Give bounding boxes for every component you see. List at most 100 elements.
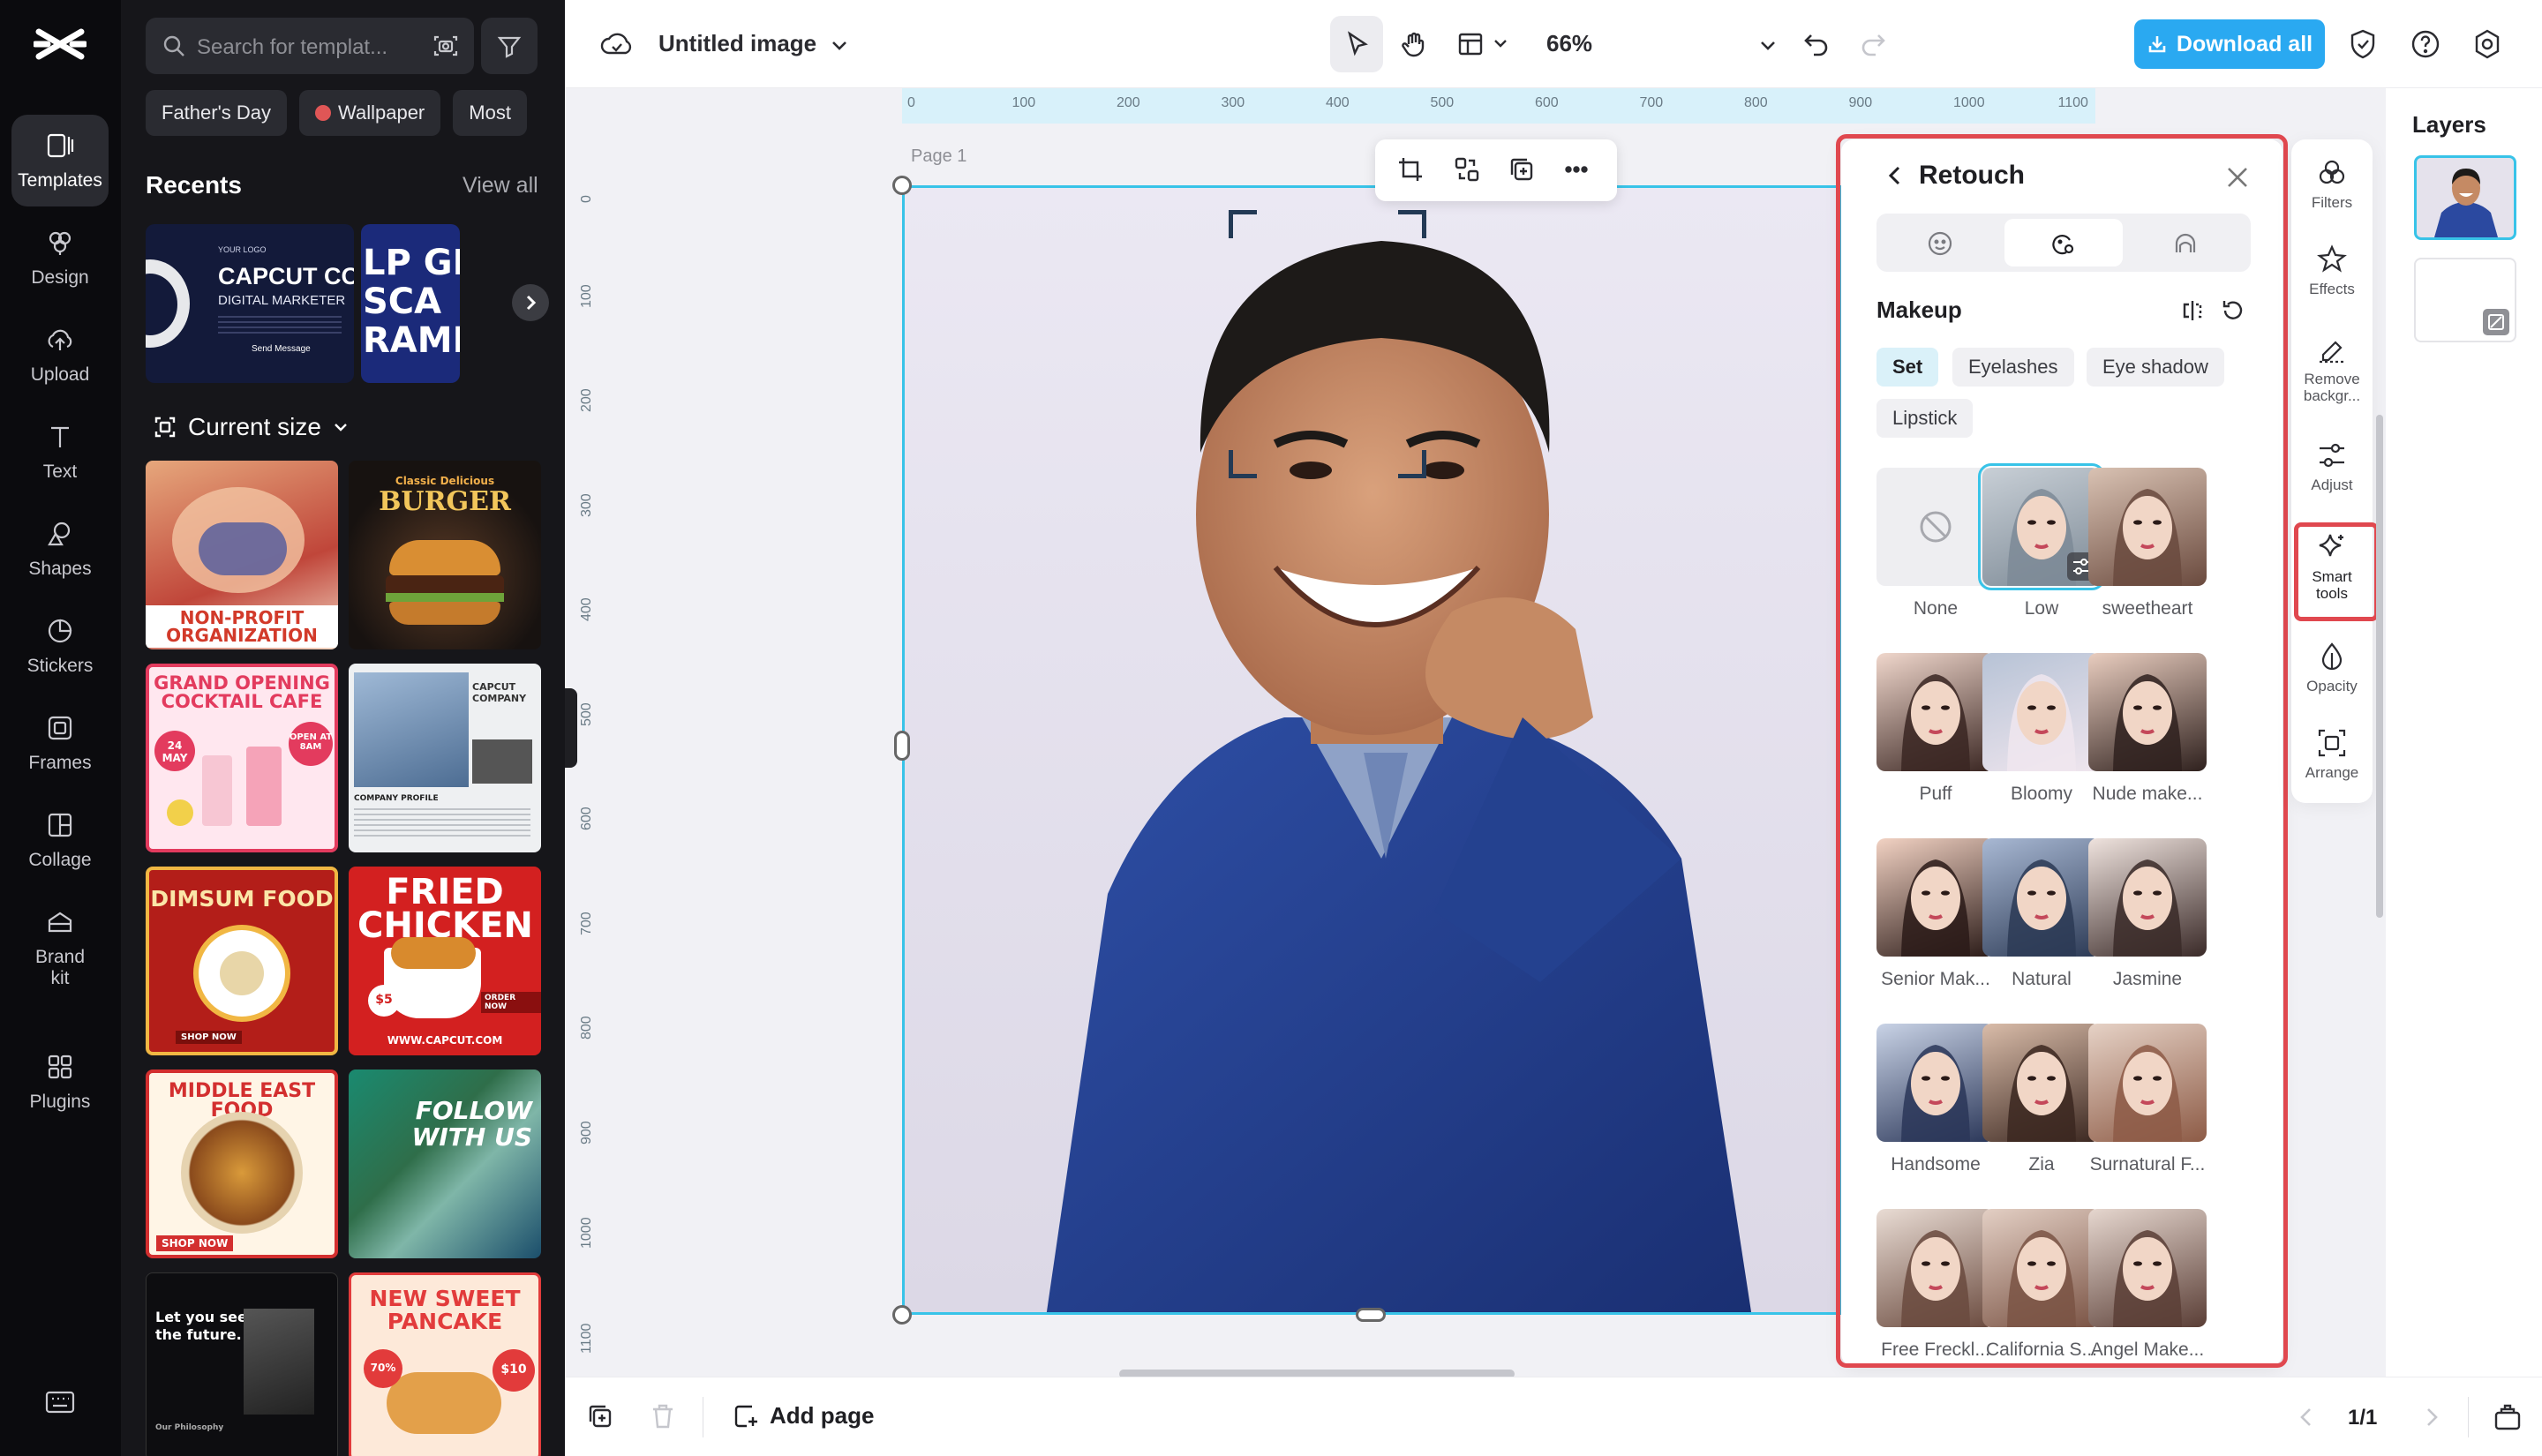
- makeup-preset-item[interactable]: None: [1876, 468, 1995, 619]
- retouch-close-button[interactable]: [2224, 164, 2251, 191]
- tab-makeup[interactable]: [2004, 219, 2123, 266]
- download-all-button[interactable]: Download all: [2134, 19, 2325, 69]
- template-search-input[interactable]: Search for templat...: [146, 18, 474, 74]
- chip-fathers-day[interactable]: Father's Day: [146, 90, 288, 136]
- pages-panel-icon[interactable]: [2493, 1402, 2523, 1432]
- resize-handle[interactable]: [894, 731, 910, 761]
- tab-face[interactable]: [1882, 219, 2000, 266]
- current-size-dropdown[interactable]: Current size: [153, 413, 350, 441]
- template-card-fried-chicken[interactable]: FRIED CHICKEN $5 ORDER NOW WWW.CAPCUT.CO…: [349, 867, 541, 1055]
- makeup-preset-item[interactable]: California S...: [1982, 1209, 2101, 1361]
- image-search-icon[interactable]: [432, 32, 460, 60]
- makeup-preset-item[interactable]: Senior Mak...: [1876, 838, 1995, 990]
- makeup-preset-item[interactable]: Angel Make...: [2088, 1209, 2207, 1361]
- rail-item-templates[interactable]: Templates: [11, 115, 109, 206]
- chip-set[interactable]: Set: [1876, 348, 1939, 387]
- template-card-future[interactable]: Let you see the future. Our Philosophy: [146, 1272, 338, 1456]
- replace-icon[interactable]: [1453, 155, 1481, 184]
- layout-tool-button[interactable]: [1443, 16, 1515, 72]
- more-options-icon[interactable]: [1562, 155, 1591, 184]
- effects-tool[interactable]: Effects: [2291, 244, 2373, 297]
- template-card-cocktail[interactable]: GRAND OPENING COCKTAIL CAFE 24 MAY OPEN …: [146, 664, 338, 852]
- template-filter-button[interactable]: [481, 18, 538, 74]
- rail-item-frames[interactable]: Frames: [11, 697, 109, 789]
- duplicate-page-icon[interactable]: [586, 1402, 614, 1430]
- zoom-level[interactable]: 66%: [1546, 30, 1592, 57]
- crop-icon[interactable]: [1396, 155, 1425, 184]
- redo-icon[interactable]: [1859, 30, 1887, 58]
- makeup-preset-item[interactable]: Jasmine: [2088, 838, 2207, 990]
- recent-card-lp[interactable]: LP GRI SCA RAMMI: [361, 224, 460, 383]
- rail-item-design[interactable]: Design: [11, 212, 109, 304]
- tab-hair[interactable]: [2127, 219, 2245, 266]
- settings-icon[interactable]: [2471, 28, 2503, 60]
- panel-collapse-handle[interactable]: [565, 688, 577, 768]
- crop-corner[interactable]: [1229, 210, 1257, 238]
- makeup-preset-item[interactable]: Surnatural F...: [2088, 1024, 2207, 1175]
- chip-eye-shadow[interactable]: Eye shadow: [2087, 348, 2224, 387]
- template-card-follow[interactable]: FOLLOW WITH US: [349, 1069, 541, 1258]
- vertical-scrollbar[interactable]: [2376, 415, 2383, 918]
- rail-item-brand-kit[interactable]: Brand kit: [11, 891, 109, 1004]
- reset-icon[interactable]: [2221, 298, 2245, 323]
- chip-wallpaper[interactable]: Wallpaper: [299, 90, 441, 136]
- recent-card-capcut-company[interactable]: YOUR LOGO CAPCUT COMPA DIGITAL MARKETER …: [146, 224, 354, 383]
- resize-handle[interactable]: [892, 176, 912, 195]
- filters-tool[interactable]: Filters: [2291, 157, 2373, 211]
- remove-background-tool[interactable]: Remove backgr...: [2291, 334, 2373, 404]
- makeup-preset-item[interactable]: Zia: [1982, 1024, 2101, 1175]
- add-page-button[interactable]: Add page: [733, 1402, 874, 1430]
- template-card-pancake[interactable]: NEW SWEET PANCAKE 70% $10: [349, 1272, 541, 1456]
- makeup-preset-item[interactable]: Handsome: [1876, 1024, 1995, 1175]
- makeup-preset-item[interactable]: sweetheart: [2088, 468, 2207, 619]
- rail-item-upload[interactable]: Upload: [11, 309, 109, 401]
- document-title[interactable]: Untitled image: [658, 30, 816, 57]
- makeup-preset-item[interactable]: Bloomy: [1982, 653, 2101, 805]
- opacity-tool[interactable]: Opacity: [2291, 641, 2373, 694]
- compare-icon[interactable]: [2180, 298, 2205, 323]
- select-tool-button[interactable]: [1330, 16, 1383, 72]
- arrange-tool[interactable]: Arrange: [2291, 727, 2373, 781]
- chip-most[interactable]: Most: [453, 90, 527, 136]
- chip-lipstick[interactable]: Lipstick: [1876, 399, 1974, 438]
- resize-handle[interactable]: [892, 1305, 912, 1325]
- makeup-preset-item[interactable]: Free Freckl...: [1876, 1209, 1995, 1361]
- smart-tools-tool[interactable]: Smart tools: [2291, 531, 2373, 602]
- undo-icon[interactable]: [1802, 30, 1831, 58]
- layer-thumbnail-photo[interactable]: [2414, 155, 2516, 240]
- trash-icon[interactable]: [650, 1402, 676, 1430]
- makeup-preset-item[interactable]: Low: [1978, 463, 2105, 619]
- layer-thumbnail-background[interactable]: [2414, 258, 2516, 342]
- cloud-sync-icon[interactable]: [600, 30, 634, 58]
- recents-next-button[interactable]: [512, 284, 549, 321]
- chip-eyelashes[interactable]: Eyelashes: [1952, 348, 2074, 387]
- duplicate-icon[interactable]: [1508, 155, 1536, 184]
- rail-item-shapes[interactable]: Shapes: [11, 503, 109, 595]
- rail-item-text[interactable]: Text: [11, 406, 109, 498]
- template-card-middle-east[interactable]: MIDDLE EAST FOOD SHOP NOW: [146, 1069, 338, 1258]
- resize-handle[interactable]: [1356, 1308, 1386, 1322]
- makeup-preset-item[interactable]: Nude make...: [2088, 653, 2207, 805]
- rail-item-collage[interactable]: Collage: [11, 794, 109, 886]
- crop-corner[interactable]: [1398, 450, 1426, 478]
- help-icon[interactable]: [2410, 28, 2441, 60]
- template-card-dimsum[interactable]: DIMSUM FOOD SHOP NOW: [146, 867, 338, 1055]
- crop-corner[interactable]: [1398, 210, 1426, 238]
- next-page-icon[interactable]: [2420, 1406, 2443, 1429]
- template-card-company[interactable]: CAPCUT COMPANY COMPANY PROFILE: [349, 664, 541, 852]
- canvas-image[interactable]: [902, 185, 1841, 1315]
- adjust-tool[interactable]: Adjust: [2291, 439, 2373, 493]
- makeup-preset-item[interactable]: Puff: [1876, 653, 1995, 805]
- view-all-link[interactable]: View all: [463, 173, 538, 199]
- prev-page-icon[interactable]: [2295, 1406, 2318, 1429]
- chevron-down-icon[interactable]: [830, 35, 849, 55]
- chevron-down-icon[interactable]: [1758, 35, 1778, 55]
- keyboard-icon[interactable]: [44, 1389, 76, 1415]
- crop-corner[interactable]: [1229, 450, 1257, 478]
- hand-tool-button[interactable]: [1387, 16, 1440, 72]
- makeup-preset-item[interactable]: Natural: [1982, 838, 2101, 990]
- retouch-back-button[interactable]: Retouch: [1884, 161, 2025, 191]
- capcut-logo-icon[interactable]: [34, 23, 86, 65]
- rail-item-stickers[interactable]: Stickers: [11, 600, 109, 692]
- template-card-burger[interactable]: Classic Delicious BURGER: [349, 461, 541, 649]
